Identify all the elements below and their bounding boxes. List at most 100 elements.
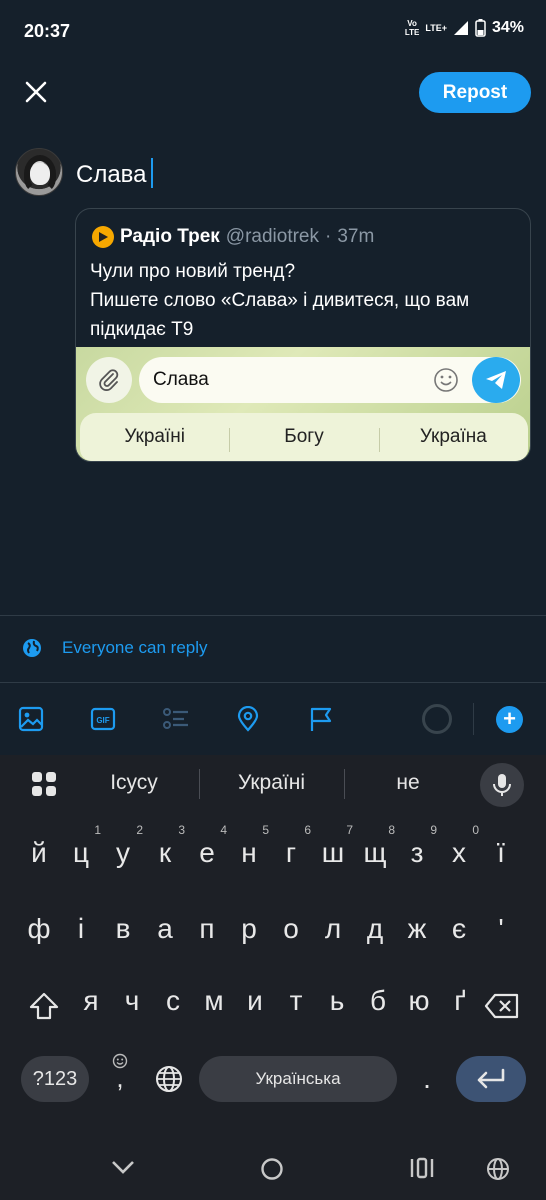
gif-icon[interactable]: GIF <box>89 705 117 733</box>
letter-key[interactable]: д <box>355 913 395 945</box>
letter-key[interactable]: з9 <box>397 823 437 869</box>
add-thread-icon[interactable]: + <box>496 706 523 733</box>
poll-icon[interactable] <box>162 705 190 733</box>
letter-key[interactable]: ф <box>19 913 59 945</box>
enter-icon <box>477 1068 505 1089</box>
reply-setting-button[interactable]: Everyone can reply <box>22 638 208 658</box>
volte-bottom: LTE <box>404 28 420 37</box>
nav-language-button[interactable] <box>486 1157 510 1186</box>
quoted-tweet[interactable]: Радіо Трек @radiotrek · 37m Чули про нов… <box>75 208 531 462</box>
letter-key[interactable]: е4 <box>187 823 227 869</box>
signal-icon <box>453 21 468 35</box>
letter-key[interactable]: ґ <box>440 985 480 1017</box>
backspace-key[interactable] <box>482 991 522 1021</box>
keyboard-suggestion[interactable]: Україні <box>214 771 329 795</box>
divider <box>0 615 546 616</box>
key-label: д <box>366 913 384 944</box>
letter-key[interactable]: а <box>145 913 185 945</box>
nav-back-button[interactable] <box>110 1157 136 1182</box>
nav-recents-button[interactable] <box>410 1157 434 1184</box>
text-caret <box>150 158 153 188</box>
key-label: б <box>369 985 387 1016</box>
letter-key[interactable]: г6 <box>271 823 311 869</box>
image-suggestion: Богу <box>229 426 378 452</box>
space-key[interactable]: Українська <box>199 1056 397 1102</box>
enter-key[interactable] <box>456 1056 526 1102</box>
key-label: л <box>324 913 342 944</box>
status-icons: Vo LTE LTE+ 34% <box>405 19 524 37</box>
letter-key[interactable]: я <box>71 985 111 1017</box>
key-label: ї <box>497 837 505 868</box>
avatar[interactable] <box>15 148 63 196</box>
microphone-button[interactable] <box>480 763 524 807</box>
quoted-age: 37m <box>337 226 375 247</box>
letter-key[interactable]: ц1 <box>61 823 101 869</box>
letter-key[interactable]: и <box>235 985 275 1017</box>
keyboard-suggestion[interactable]: не <box>358 771 458 795</box>
key-label: м <box>204 985 224 1016</box>
letter-key[interactable]: с <box>153 985 193 1017</box>
letter-key[interactable]: у2 <box>103 823 143 869</box>
letter-key[interactable]: о <box>271 913 311 945</box>
key-number-hint: 6 <box>304 823 311 837</box>
repost-button[interactable]: Repost <box>419 72 531 113</box>
letter-key[interactable]: в <box>103 913 143 945</box>
letter-key[interactable]: т <box>276 985 316 1017</box>
letter-key[interactable]: ' <box>481 913 521 945</box>
comma-key[interactable]: , <box>104 1053 136 1099</box>
key-label: с <box>166 985 180 1016</box>
nav-home-button[interactable] <box>260 1157 284 1186</box>
letter-key[interactable]: ь <box>317 985 357 1017</box>
letter-key[interactable]: є <box>439 913 479 945</box>
key-label: ф <box>27 913 51 944</box>
letter-key[interactable]: і <box>61 913 101 945</box>
key-label: ь <box>329 985 345 1016</box>
key-number-hint: 1 <box>94 823 101 837</box>
status-bar: 20:37 Vo LTE LTE+ 34% <box>0 0 546 62</box>
quoted-separator: · <box>325 226 332 247</box>
apps-grid-icon[interactable] <box>30 770 58 798</box>
letter-key[interactable]: б <box>358 985 398 1017</box>
shift-icon <box>29 992 59 1020</box>
image-message-input: Слава <box>139 357 521 403</box>
key-label: ж <box>407 913 427 944</box>
letter-key[interactable]: щ8 <box>355 823 395 869</box>
letter-key[interactable]: ї <box>481 837 521 869</box>
letter-key[interactable]: ч <box>112 985 152 1017</box>
key-label: х <box>452 837 466 868</box>
flag-icon[interactable] <box>307 705 335 733</box>
letter-key[interactable]: ж <box>397 913 437 945</box>
key-label: ц <box>72 837 90 868</box>
key-number-hint: 9 <box>430 823 437 837</box>
key-label: у <box>116 837 130 868</box>
letter-key[interactable]: к3 <box>145 823 185 869</box>
quoted-tweet-text: Чули про новий тренд? Пишете слово «Слав… <box>90 257 520 344</box>
key-label: ' <box>498 913 504 944</box>
letter-key[interactable]: р <box>229 913 269 945</box>
status-time: 20:37 <box>24 21 71 41</box>
keyboard-suggestion[interactable]: Ісусу <box>84 771 184 795</box>
period-key[interactable]: . <box>412 1063 442 1095</box>
key-number-hint: 2 <box>136 823 143 837</box>
letter-key[interactable]: ш7 <box>313 823 353 869</box>
image-suggestion: Україні <box>124 426 185 447</box>
letter-key[interactable]: л <box>313 913 353 945</box>
close-icon <box>25 81 47 103</box>
location-icon[interactable] <box>234 705 262 733</box>
compose-input[interactable]: Слава <box>76 158 153 189</box>
letter-key[interactable]: й <box>19 837 59 869</box>
image-icon[interactable] <box>17 705 45 733</box>
shift-key[interactable] <box>26 988 62 1024</box>
letter-key[interactable]: м <box>194 985 234 1017</box>
suggestion-divider <box>344 769 345 799</box>
close-button[interactable] <box>20 76 52 108</box>
quoted-image[interactable]: Слава Україні Богу Україна <box>76 347 530 461</box>
symbols-key[interactable]: ?123 <box>21 1056 89 1102</box>
letter-key[interactable]: п <box>187 913 227 945</box>
letter-key[interactable]: н5 <box>229 823 269 869</box>
key-label: з <box>410 837 424 868</box>
letter-key[interactable]: х0 <box>439 823 479 869</box>
letter-key[interactable]: ю <box>399 985 439 1017</box>
language-key[interactable] <box>155 1065 185 1095</box>
battery-icon <box>475 19 486 37</box>
